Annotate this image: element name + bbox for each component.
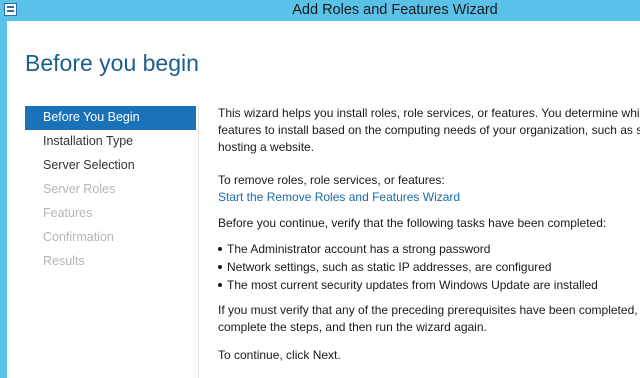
wizard-client-area: Before you begin Before You Begin Instal… <box>7 21 640 378</box>
list-item: The Administrator account has a strong p… <box>218 240 640 258</box>
nav-step-confirmation: Confirmation <box>43 230 114 244</box>
intro-text-line-1: This wizard helps you install roles, rol… <box>218 106 640 120</box>
verify-instructions: Before you continue, verify that the fol… <box>218 216 607 230</box>
prereq-text-line-1: If you must verify that any of the prece… <box>218 303 638 317</box>
wizard-content: This wizard helps you install roles, rol… <box>218 105 640 364</box>
nav-divider <box>198 106 199 378</box>
prereq-text-line-2: complete the steps, and then run the wiz… <box>218 320 487 334</box>
wizard-window: Add Roles and Features Wizard Before you… <box>0 0 640 378</box>
nav-step-before-you-begin[interactable]: Before You Begin <box>25 106 196 130</box>
prerequisite-text: Network settings, such as static IP addr… <box>227 260 552 274</box>
intro-text-line-2: features to install based on the computi… <box>218 123 640 137</box>
bullet-icon <box>218 247 222 251</box>
intro-text-line-3: hosting a website. <box>218 140 315 154</box>
prerequisite-list: The Administrator account has a strong p… <box>218 240 640 294</box>
bullet-icon <box>218 283 222 287</box>
bullet-icon <box>218 265 222 269</box>
nav-step-results: Results <box>43 254 85 268</box>
list-item: Network settings, such as static IP addr… <box>218 258 640 276</box>
prerequisite-text: The most current security updates from W… <box>227 278 598 292</box>
list-item: The most current security updates from W… <box>218 276 640 294</box>
continue-instructions: To continue, click Next. <box>218 348 341 362</box>
remove-wizard-link[interactable]: Start the Remove Roles and Features Wiza… <box>218 189 640 206</box>
window-title: Add Roles and Features Wizard <box>292 2 498 18</box>
page-title: Before you begin <box>25 50 199 76</box>
prerequisite-text: The Administrator account has a strong p… <box>227 242 491 256</box>
nav-step-features: Features <box>43 206 93 220</box>
remove-instructions: To remove roles, role services, or featu… <box>218 173 445 187</box>
wizard-steps-nav: Before You Begin Installation Type Serve… <box>25 106 196 274</box>
nav-step-server-selection[interactable]: Server Selection <box>25 154 196 178</box>
nav-step-server-roles: Server Roles <box>43 182 116 196</box>
nav-step-installation-type[interactable]: Installation Type <box>25 130 196 154</box>
title-bar[interactable]: Add Roles and Features Wizard <box>0 0 640 21</box>
